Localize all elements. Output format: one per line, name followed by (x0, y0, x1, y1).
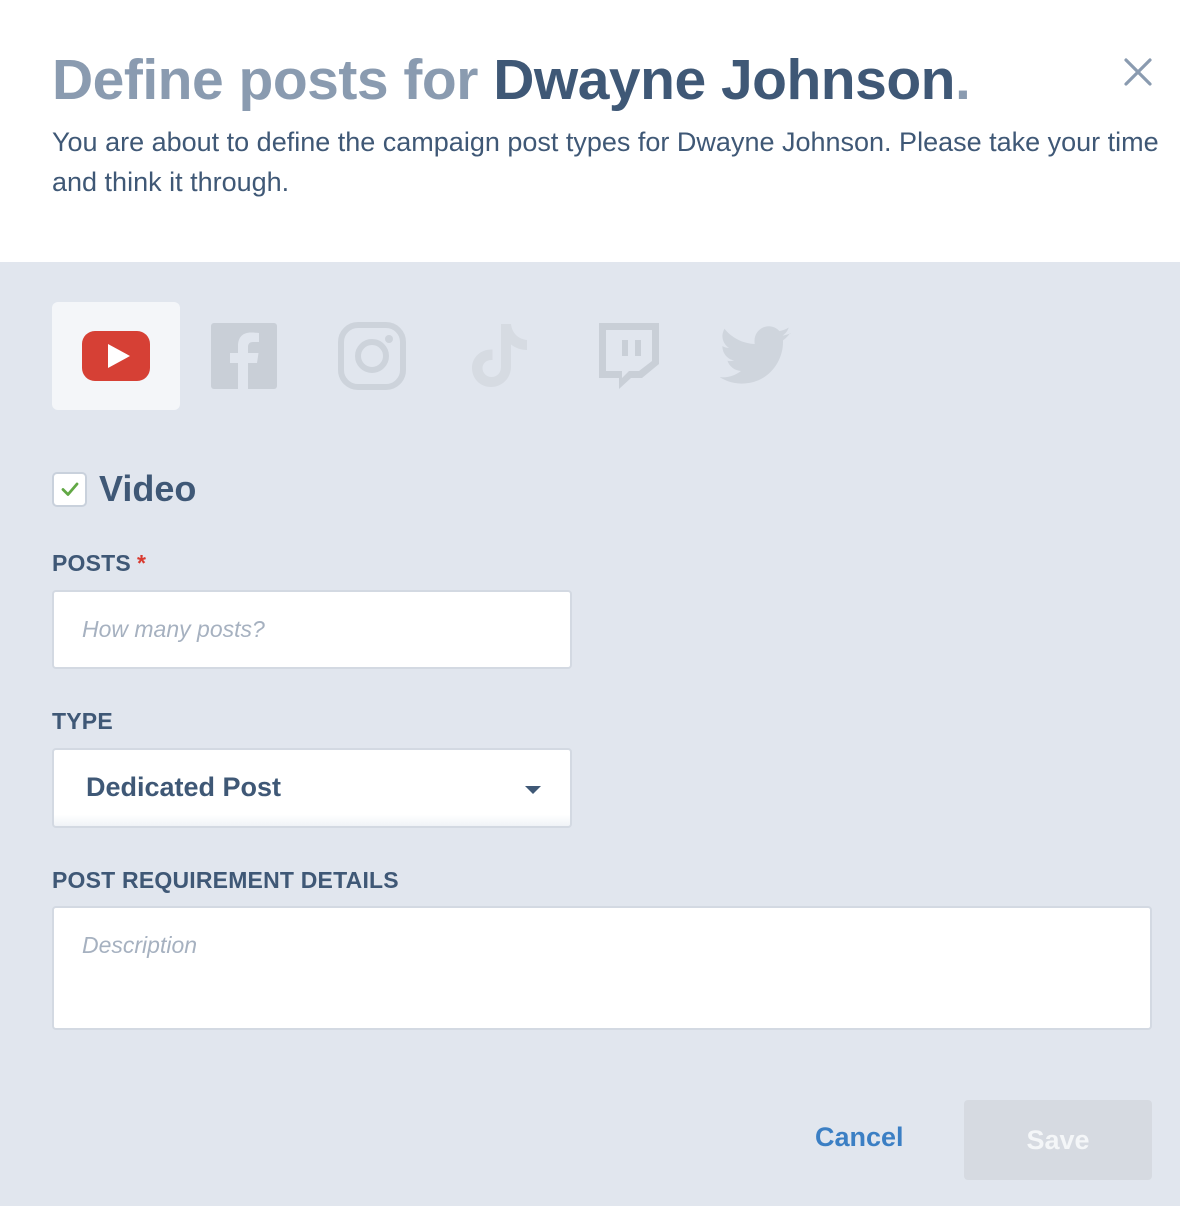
twitter-icon (720, 326, 791, 384)
video-label: Video (99, 468, 197, 509)
details-label: POST REQUIREMENT DETAILS (52, 867, 399, 893)
check-icon (61, 482, 78, 496)
platform-tab-twitch[interactable] (564, 302, 692, 410)
type-label: TYPE (52, 708, 113, 734)
title-dot: . (954, 48, 971, 112)
type-select-value: Dedicated Post (86, 772, 282, 802)
video-checkbox[interactable] (52, 471, 87, 507)
platform-tab-instagram[interactable] (308, 302, 436, 410)
close-button[interactable] (1118, 52, 1158, 92)
close-icon (1124, 58, 1152, 86)
platform-tab-tiktok[interactable] (436, 302, 564, 410)
posts-input[interactable] (52, 590, 572, 669)
instagram-icon (338, 322, 406, 390)
tiktok-icon (472, 324, 527, 387)
posts-label: POSTS * (52, 550, 146, 577)
platform-tab-youtube[interactable] (52, 302, 180, 410)
platform-tab-twitter[interactable] (692, 302, 820, 410)
title-name: Dwayne Johnson (493, 48, 955, 112)
page-title: Define posts for Dwayne Johnson. (52, 44, 971, 116)
title-lead: Define posts for (52, 48, 494, 112)
twitch-icon (599, 323, 659, 389)
chevron-down-icon (525, 786, 541, 794)
video-option: Video (52, 468, 196, 510)
modal-header: Define posts for Dwayne Johnson. You are… (0, 0, 1180, 262)
description-input[interactable] (52, 906, 1152, 1030)
facebook-icon (211, 323, 277, 389)
posts-label-text: POSTS (52, 550, 131, 576)
platform-tab-facebook[interactable] (180, 302, 308, 410)
type-select[interactable]: Dedicated Post (52, 748, 572, 828)
save-button[interactable]: Save (964, 1100, 1152, 1180)
cancel-button[interactable]: Cancel (815, 1122, 904, 1153)
youtube-icon (82, 331, 150, 381)
required-mark: * (136, 550, 147, 576)
page-subtitle: You are about to define the campaign pos… (52, 127, 1159, 197)
